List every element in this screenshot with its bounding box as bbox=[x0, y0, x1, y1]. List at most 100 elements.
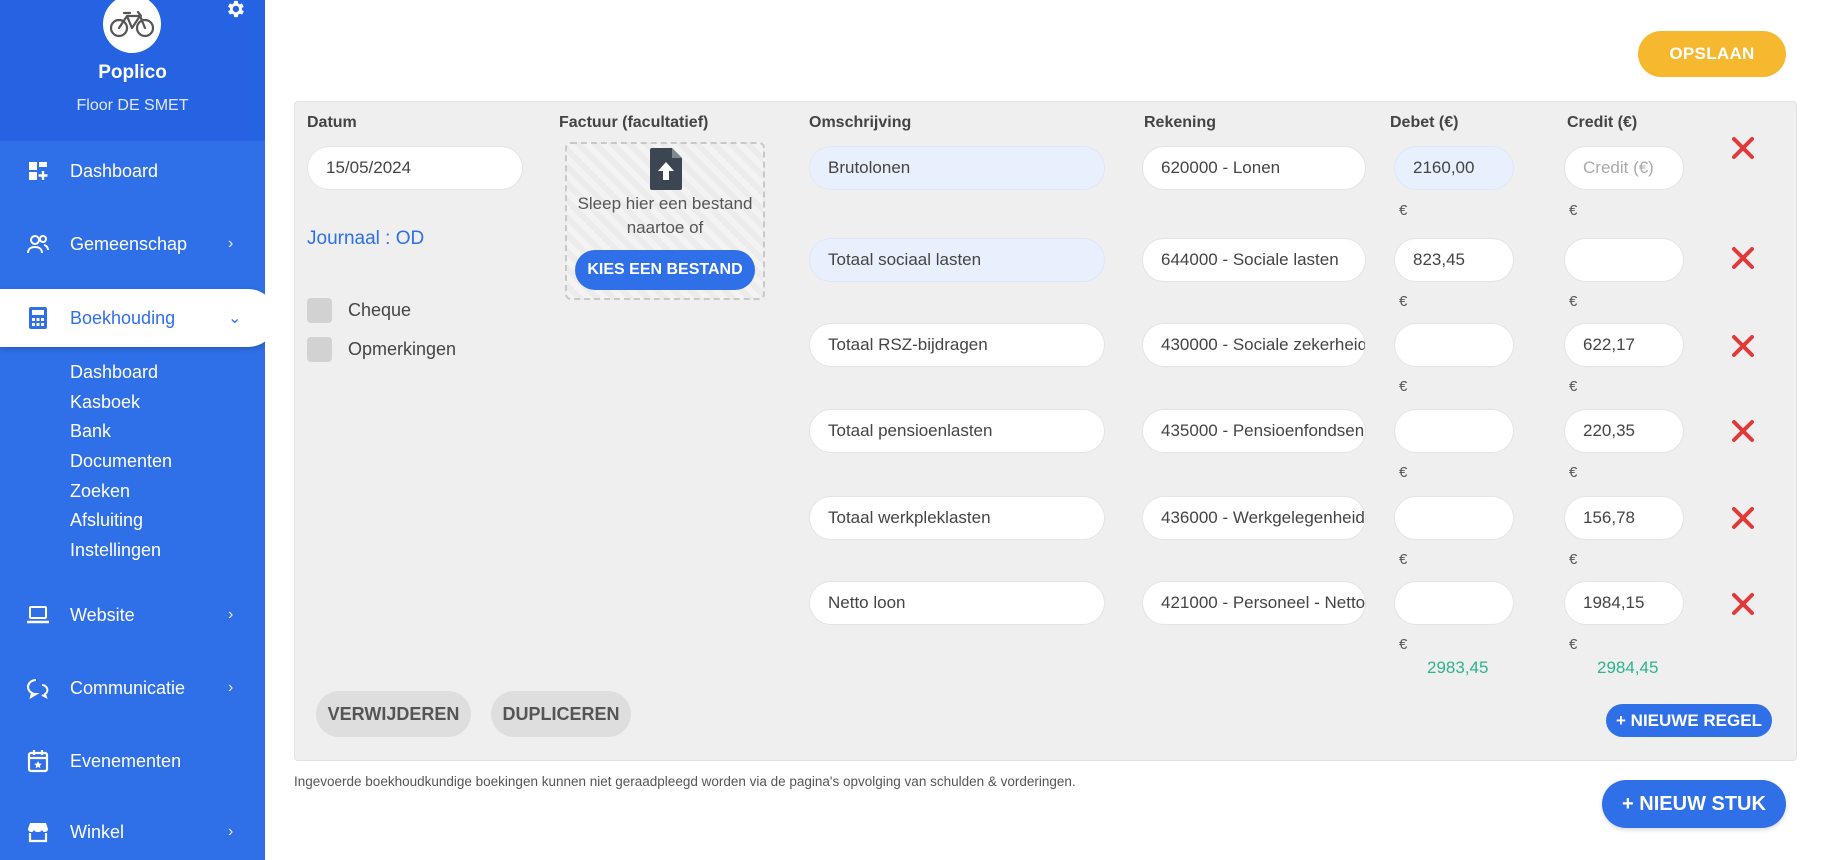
sidebar-item-label: Gemeenschap bbox=[70, 233, 188, 254]
chat-icon bbox=[26, 676, 50, 700]
account-select[interactable]: 435000 - Pensioenfondsen bbox=[1142, 409, 1366, 453]
credit-label: Credit (€) bbox=[1567, 114, 1638, 131]
debit-input[interactable] bbox=[1394, 496, 1514, 540]
account-select[interactable]: 421000 - Personeel - Netto bbox=[1142, 581, 1366, 625]
delete-row-icon[interactable] bbox=[1730, 418, 1756, 444]
debit-total: 2983,45 bbox=[1427, 658, 1489, 677]
file-upload-icon bbox=[650, 148, 682, 190]
sidebar-item-website[interactable]: Website › bbox=[0, 586, 265, 644]
credit-euro-label: € bbox=[1569, 293, 1578, 310]
description-input[interactable]: Totaal werkpleklasten bbox=[809, 496, 1105, 540]
subnav-item-bank[interactable]: Bank bbox=[70, 417, 172, 447]
credit-euro-label: € bbox=[1569, 202, 1578, 219]
delete-row-icon[interactable] bbox=[1730, 333, 1756, 359]
sidebar-item-label: Website bbox=[70, 604, 135, 625]
date-field[interactable]: 15/05/2024 bbox=[307, 146, 523, 190]
add-line-button[interactable]: + NIEUWE REGEL bbox=[1606, 704, 1772, 737]
user-name: Floor DE SMET bbox=[76, 97, 189, 114]
sidebar: Poplico Floor DE SMET Dashboard Gemeensc… bbox=[0, 0, 265, 860]
sidebar-item-label: Evenementen bbox=[70, 750, 182, 771]
account-label: Rekening bbox=[1144, 114, 1217, 131]
credit-total: 2984,45 bbox=[1597, 658, 1659, 677]
debit-euro-label: € bbox=[1399, 293, 1408, 310]
remarks-label: Opmerkingen bbox=[348, 339, 457, 359]
credit-input[interactable]: 156,78 bbox=[1564, 496, 1684, 540]
calendar-icon bbox=[26, 749, 50, 773]
sidebar-header: Poplico Floor DE SMET bbox=[0, 0, 265, 141]
debit-label: Debet (€) bbox=[1390, 114, 1459, 131]
save-button[interactable]: OPSLAAN bbox=[1638, 31, 1786, 77]
sidebar-item-gemeenschap[interactable]: Gemeenschap › bbox=[0, 215, 265, 273]
subnav-item-documenten[interactable]: Documenten bbox=[70, 447, 172, 477]
chevron-right-icon: › bbox=[228, 606, 234, 623]
calculator-icon bbox=[26, 306, 50, 330]
sidebar-subnav: Dashboard Kasboek Bank Documenten Zoeken… bbox=[70, 358, 172, 566]
debit-input[interactable]: 2160,00 bbox=[1394, 146, 1514, 190]
description-input[interactable]: Brutolonen bbox=[809, 146, 1105, 190]
description-input[interactable]: Totaal RSZ-bijdragen bbox=[809, 323, 1105, 367]
sidebar-item-winkel[interactable]: Winkel › bbox=[0, 803, 265, 860]
file-dropzone[interactable]: Sleep hier een bestand naartoe of KIES E… bbox=[565, 142, 765, 300]
invoice-label: Factuur (facultatief) bbox=[559, 114, 709, 131]
debit-euro-label: € bbox=[1399, 202, 1408, 219]
credit-euro-label: € bbox=[1569, 636, 1578, 653]
org-logo[interactable] bbox=[103, 0, 161, 53]
credit-input[interactable]: 1984,15 bbox=[1564, 581, 1684, 625]
debit-input[interactable] bbox=[1394, 323, 1514, 367]
debit-euro-label: € bbox=[1399, 464, 1408, 481]
debit-euro-label: € bbox=[1399, 378, 1408, 395]
credit-input[interactable] bbox=[1564, 238, 1684, 282]
subnav-item-instellingen[interactable]: Instellingen bbox=[70, 536, 172, 566]
journal-link[interactable]: Journaal : OD bbox=[307, 228, 424, 250]
description-input[interactable]: Totaal sociaal lasten bbox=[809, 238, 1105, 282]
sidebar-item-boekhouding[interactable]: Boekhouding ⌄ bbox=[0, 289, 265, 347]
debit-euro-label: € bbox=[1399, 636, 1408, 653]
account-select[interactable]: 620000 - Lonen bbox=[1142, 146, 1366, 190]
org-name: Poplico bbox=[98, 62, 167, 83]
cheque-label: Cheque bbox=[348, 300, 412, 320]
duplicate-button[interactable]: DUPLICEREN bbox=[491, 691, 631, 737]
account-select[interactable]: 430000 - Sociale zekerheid bbox=[1142, 323, 1366, 367]
choose-file-button[interactable]: KIES EEN BESTAND bbox=[575, 250, 755, 290]
description-input[interactable]: Netto loon bbox=[809, 581, 1105, 625]
delete-button[interactable]: VERWIJDEREN bbox=[316, 691, 471, 737]
debit-input[interactable]: 823,45 bbox=[1394, 238, 1514, 282]
community-icon bbox=[26, 232, 50, 256]
chevron-right-icon: › bbox=[228, 235, 234, 252]
subnav-item-afsluiting[interactable]: Afsluiting bbox=[70, 506, 172, 536]
sidebar-item-communicatie[interactable]: Communicatie › bbox=[0, 659, 265, 717]
account-select[interactable]: 644000 - Sociale lasten bbox=[1142, 238, 1366, 282]
debit-euro-label: € bbox=[1399, 551, 1408, 568]
sidebar-item-label: Communicatie bbox=[70, 677, 186, 698]
sidebar-item-label: Winkel bbox=[70, 821, 125, 842]
credit-input[interactable]: 220,35 bbox=[1564, 409, 1684, 453]
description-input[interactable]: Totaal pensioenlasten bbox=[809, 409, 1105, 453]
laptop-icon bbox=[26, 603, 50, 627]
cheque-checkbox[interactable] bbox=[307, 298, 332, 323]
credit-euro-label: € bbox=[1569, 551, 1578, 568]
dashboard-icon bbox=[26, 159, 50, 183]
subnav-item-kasboek[interactable]: Kasboek bbox=[70, 388, 172, 418]
subnav-item-zoeken[interactable]: Zoeken bbox=[70, 477, 172, 507]
credit-euro-label: € bbox=[1569, 378, 1578, 395]
dropzone-text: Sleep hier een bestand naartoe of bbox=[577, 194, 753, 237]
sidebar-item-dashboard[interactable]: Dashboard bbox=[0, 142, 265, 200]
sidebar-item-evenementen[interactable]: Evenementen bbox=[0, 732, 265, 790]
debit-input[interactable] bbox=[1394, 581, 1514, 625]
credit-input[interactable]: Credit (€) bbox=[1564, 146, 1684, 190]
debit-input[interactable] bbox=[1394, 409, 1514, 453]
delete-row-icon[interactable] bbox=[1730, 591, 1756, 617]
new-piece-button[interactable]: + NIEUW STUK bbox=[1602, 780, 1786, 828]
account-select[interactable]: 436000 - Werkgelegenheid bbox=[1142, 496, 1366, 540]
description-label: Omschrijving bbox=[809, 114, 912, 131]
remarks-checkbox[interactable] bbox=[307, 337, 332, 362]
sidebar-item-label: Dashboard bbox=[70, 160, 159, 181]
credit-input[interactable]: 622,17 bbox=[1564, 323, 1684, 367]
chevron-down-icon: ⌄ bbox=[228, 310, 242, 327]
delete-row-icon[interactable] bbox=[1730, 135, 1756, 161]
gear-icon[interactable] bbox=[224, 0, 246, 20]
delete-row-icon[interactable] bbox=[1730, 505, 1756, 531]
subnav-item-dashboard[interactable]: Dashboard bbox=[70, 358, 172, 388]
delete-row-icon[interactable] bbox=[1730, 245, 1756, 271]
chevron-right-icon: › bbox=[228, 679, 234, 696]
